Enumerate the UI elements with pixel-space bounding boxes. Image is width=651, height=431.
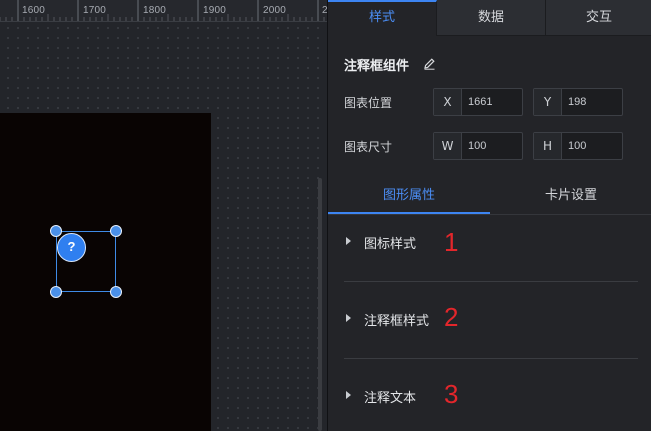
component-title: 注释框组件 <box>344 59 410 74</box>
tab-data[interactable]: 数据 <box>437 0 546 36</box>
x-prefix: X <box>434 89 462 115</box>
ruler-label: 2000 <box>263 5 287 16</box>
annotation-number: 1 <box>444 227 459 257</box>
ruler-label: 1900 <box>203 5 227 16</box>
position-x-field[interactable]: X <box>433 88 523 116</box>
section-label: 注释框样式 <box>364 314 430 329</box>
horizontal-ruler: 1600 1700 1800 1900 2000 2 <box>0 0 327 22</box>
tab-style[interactable]: 样式 <box>328 0 437 36</box>
size-height-field[interactable]: H <box>533 132 623 160</box>
position-label: 图表位置 <box>344 96 393 110</box>
panel-tabs: 样式 数据 交互 <box>328 0 651 36</box>
ruler-label: 1700 <box>83 5 107 16</box>
annotation-number: 3 <box>444 379 459 409</box>
vertical-scrollbar[interactable] <box>318 178 322 431</box>
tab-interaction[interactable]: 交互 <box>546 0 651 36</box>
caret-right-icon <box>346 391 351 399</box>
resize-handle-bottom-right[interactable] <box>110 286 122 298</box>
section-annotation-text[interactable]: 注释文本 3 <box>344 359 638 431</box>
edit-pencil-icon[interactable] <box>423 57 436 70</box>
ruler-label: 1600 <box>22 5 46 16</box>
resize-handle-top-right[interactable] <box>110 225 122 237</box>
position-y-input[interactable] <box>562 89 618 115</box>
size-width-field[interactable]: W <box>433 132 523 160</box>
section-icon-style[interactable]: 图标样式 1 <box>344 205 638 282</box>
position-x-input[interactable] <box>462 89 518 115</box>
w-prefix: W <box>434 133 462 159</box>
annotation-number: 2 <box>444 302 459 332</box>
question-mark-icon[interactable]: ? <box>57 233 86 262</box>
size-height-input[interactable] <box>562 133 618 159</box>
caret-right-icon <box>346 314 351 322</box>
size-width-input[interactable] <box>462 133 518 159</box>
editor-canvas[interactable]: 1600 1700 1800 1900 2000 2 ? <box>0 0 327 431</box>
properties-panel: 样式 数据 交互 注释框组件 图表位置 X Y 图表尺寸 W H 图形属性 卡片… <box>327 0 651 431</box>
section-label: 注释文本 <box>364 391 417 406</box>
position-y-field[interactable]: Y <box>533 88 623 116</box>
resize-handle-top-left[interactable] <box>50 225 62 237</box>
h-prefix: H <box>534 133 562 159</box>
section-annotation-box-style[interactable]: 注释框样式 2 <box>344 282 638 359</box>
resize-handle-bottom-left[interactable] <box>50 286 62 298</box>
caret-right-icon <box>346 237 351 245</box>
ruler-label: 1800 <box>143 5 167 16</box>
section-label: 图标样式 <box>364 237 417 252</box>
size-label: 图表尺寸 <box>344 140 393 154</box>
y-prefix: Y <box>534 89 562 115</box>
